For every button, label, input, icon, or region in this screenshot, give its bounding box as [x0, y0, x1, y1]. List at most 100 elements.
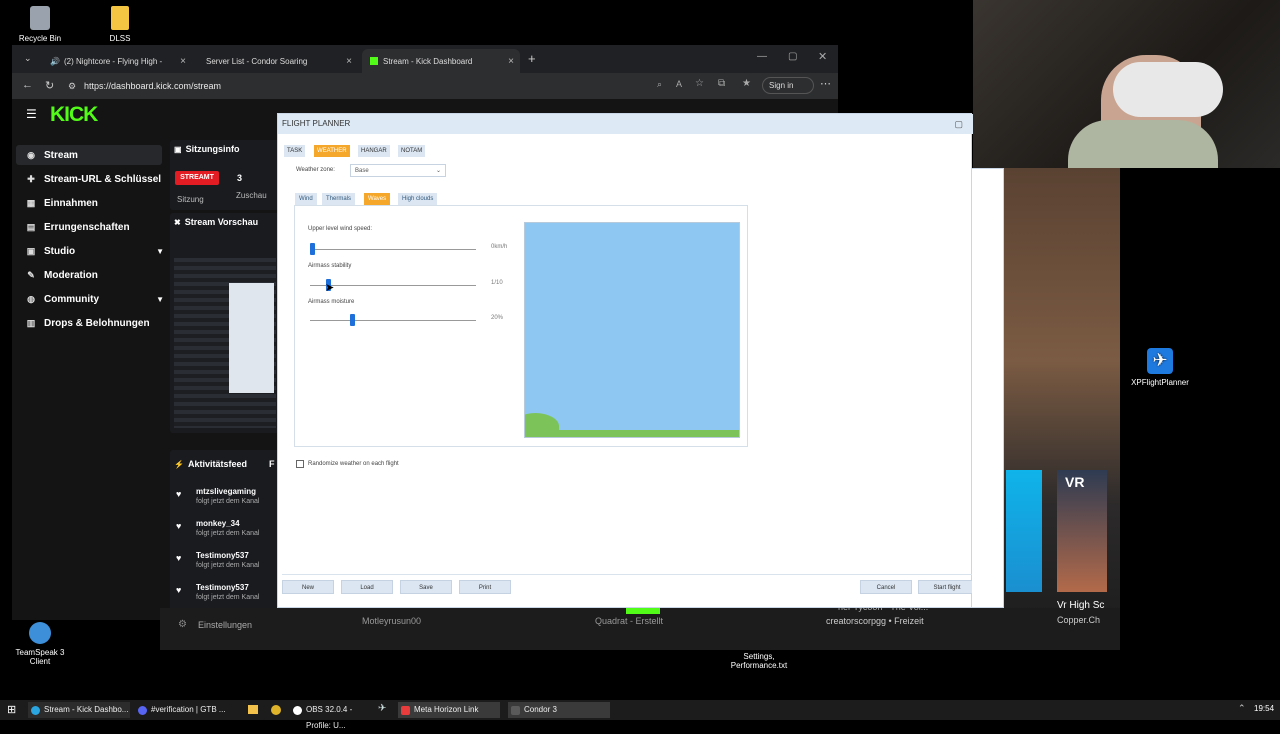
collections-icon[interactable]: ★ — [742, 78, 751, 89]
folder-icon — [111, 6, 129, 30]
tab-notam[interactable]: NOTAM — [398, 145, 426, 157]
taskbar-item-obs[interactable]: OBS 32.0.4 - Profile: U... — [290, 702, 372, 730]
reload-icon[interactable]: ↻ — [45, 79, 54, 92]
tab-condor-server-list[interactable]: Server List - Condor Soaring × — [198, 49, 358, 73]
steam-icon[interactable]: ✈ — [378, 703, 386, 714]
desktop-icon-dlss[interactable]: DLSS — [90, 6, 150, 43]
xpflightplanner-label: XPFlightPlanner — [1131, 378, 1189, 387]
green-progress-marker — [626, 608, 660, 614]
taskbar-item-kick[interactable]: Stream - Kick Dashbo... — [28, 702, 130, 718]
sidebar-item-label: Stream-URL & Schlüssel — [44, 173, 162, 185]
save-button[interactable]: Save — [400, 580, 452, 594]
activity-filter[interactable]: F — [269, 459, 275, 469]
sidebar-item-einnahmen[interactable]: ▦ Einnahmen — [26, 193, 98, 213]
close-window-icon[interactable]: ✕ — [818, 50, 827, 63]
vr-label: VR — [1065, 474, 1085, 490]
dlss-label: DLSS — [109, 34, 131, 43]
extensions-icon[interactable]: ⧉ — [718, 78, 725, 89]
teamspeak-icon — [29, 622, 51, 644]
url-field[interactable]: ⚙ https://dashboard.kick.com/stream — [62, 77, 622, 95]
zoom-icon[interactable]: ⌕ — [657, 79, 662, 90]
stream-preview-title: ✖ Stream Vorschau — [174, 217, 259, 227]
file-explorer-icon[interactable] — [248, 705, 258, 714]
airmass-moisture-label: Airmass moisture — [308, 299, 355, 305]
url-text: https://dashboard.kick.com/stream — [84, 81, 222, 91]
list-item: ♥ mtzslivegaming folgt jetzt dem Kanal — [176, 485, 276, 513]
more-menu-icon[interactable]: ⋯ — [820, 77, 831, 90]
planner-titlebar: FLIGHT PLANNER ▢ — [278, 114, 973, 134]
sidebar-item-stream[interactable]: ◉ Stream — [16, 145, 162, 165]
maximize-icon[interactable]: ▢ — [788, 51, 797, 62]
cancel-button[interactable]: Cancel — [860, 580, 912, 594]
close-icon[interactable]: × — [346, 56, 352, 67]
sidebar-item-community[interactable]: ◍ Community ▼ — [26, 289, 164, 309]
upper-wind-slider[interactable] — [310, 243, 315, 255]
bolt-icon: ⚡ — [174, 460, 184, 469]
stream-thumbnail-vr[interactable]: VR — [1057, 470, 1107, 592]
tab-list-chevron-icon[interactable]: ⌄ — [24, 53, 32, 64]
read-aloud-icon[interactable]: A — [676, 79, 682, 89]
tab-task[interactable]: TASK — [284, 145, 306, 157]
sidebar-item-moderation[interactable]: ✎ Moderation — [26, 265, 98, 285]
taskbar-item-condor[interactable]: Condor 3 — [508, 702, 610, 718]
hamburger-menu-icon[interactable]: ☰ — [26, 107, 37, 121]
sidebar-item-drops[interactable]: ▥ Drops & Belohnungen — [26, 313, 150, 333]
vr-stream-channel: Copper.Ch — [1057, 615, 1101, 625]
print-button[interactable]: Print — [459, 580, 511, 594]
desktop-icon-teamspeak[interactable]: TeamSpeak 3 Client — [8, 622, 72, 666]
session-title: ▣ Sitzungsinfo — [174, 144, 240, 154]
list-item: ♥ monkey_34 folgt jetzt dem Kanal — [176, 517, 276, 545]
preview-icon: ✖ — [174, 218, 181, 227]
subtab-waves[interactable]: Waves — [364, 193, 391, 205]
weather-zone-label: Weather zone: — [296, 167, 335, 173]
desktop-icon-recycle-bin[interactable]: Recycle Bin — [10, 6, 70, 43]
tab-kick-dashboard[interactable]: Stream - Kick Dashboard × — [362, 49, 520, 73]
new-tab-button[interactable]: + — [528, 51, 536, 66]
site-info-icon[interactable]: ⚙ — [68, 77, 76, 95]
desktop-icon-xpflightplanner[interactable]: ✈ XPFlightPlanner — [1130, 348, 1190, 387]
subtab-thermals[interactable]: Thermals — [322, 193, 356, 205]
settings-gear-icon[interactable]: ⚙ — [178, 619, 187, 630]
tray-chevron-icon[interactable]: ⌃ — [1238, 703, 1246, 714]
windows-start-icon[interactable]: ⊞ — [7, 703, 16, 716]
tab-hangar[interactable]: HANGAR — [358, 145, 390, 157]
condor-icon — [511, 706, 520, 715]
minimize-icon[interactable]: — — [757, 51, 767, 62]
stream-thumbnail-blue[interactable] — [1006, 470, 1042, 592]
start-flight-button[interactable]: Start flight — [918, 580, 976, 594]
list-item: ♥ Testimony537 folgt jetzt dem Kanal — [176, 549, 276, 577]
back-icon[interactable]: ← — [22, 79, 33, 91]
airmass-stability-track — [310, 285, 476, 286]
vr-stream-title[interactable]: Vr High Sc — [1057, 600, 1104, 611]
favorite-icon[interactable]: ☆ — [695, 78, 704, 89]
chrome-icon[interactable] — [271, 705, 281, 715]
kick-logo[interactable]: KICK — [50, 103, 98, 127]
randomize-checkbox[interactable] — [296, 460, 304, 468]
desktop-icon-settings-file[interactable]: Settings, Performance.txt — [726, 652, 792, 670]
sidebar-item-errungenschaften[interactable]: ▤ Errungenschaften — [26, 217, 130, 237]
sign-in-button[interactable]: Sign in — [762, 77, 814, 94]
webcam-person-body — [1068, 120, 1218, 168]
close-icon[interactable]: × — [508, 56, 514, 67]
tab-nightcore[interactable]: 🔊 (2) Nightcore - Flying High - × — [42, 49, 192, 73]
tab-weather[interactable]: WEATHER — [314, 145, 350, 157]
sign-in-label: Sign in — [769, 81, 794, 90]
activity-user: mtzslivegaming — [196, 487, 257, 496]
settings-label[interactable]: Einstellungen — [198, 620, 252, 630]
new-button[interactable]: New — [282, 580, 334, 594]
taskbar-item-discord[interactable]: #verification | GTB ... — [135, 702, 235, 718]
weather-zone-select[interactable]: Base ⌄ — [350, 164, 446, 177]
subtab-wind[interactable]: Wind — [295, 193, 317, 205]
close-icon[interactable]: × — [180, 56, 186, 67]
airmass-moisture-value: 20% — [491, 315, 504, 321]
stream-preview-thumbnail[interactable] — [174, 258, 276, 428]
subtab-high-clouds[interactable]: High clouds — [398, 193, 438, 205]
sidebar-item-studio[interactable]: ▣ Studio ▼ — [26, 241, 164, 261]
airmass-moisture-slider[interactable] — [350, 314, 356, 326]
meta-horizon-icon — [401, 706, 410, 715]
taskbar-item-meta-horizon[interactable]: Meta Horizon Link — [398, 702, 500, 718]
load-button[interactable]: Load — [341, 580, 393, 594]
planner-restore-icon[interactable]: ▢ — [954, 114, 963, 134]
sidebar-item-label: Drops & Belohnungen — [44, 317, 150, 329]
sidebar-item-stream-url[interactable]: ✚ Stream-URL & Schlüssel — [26, 169, 161, 189]
